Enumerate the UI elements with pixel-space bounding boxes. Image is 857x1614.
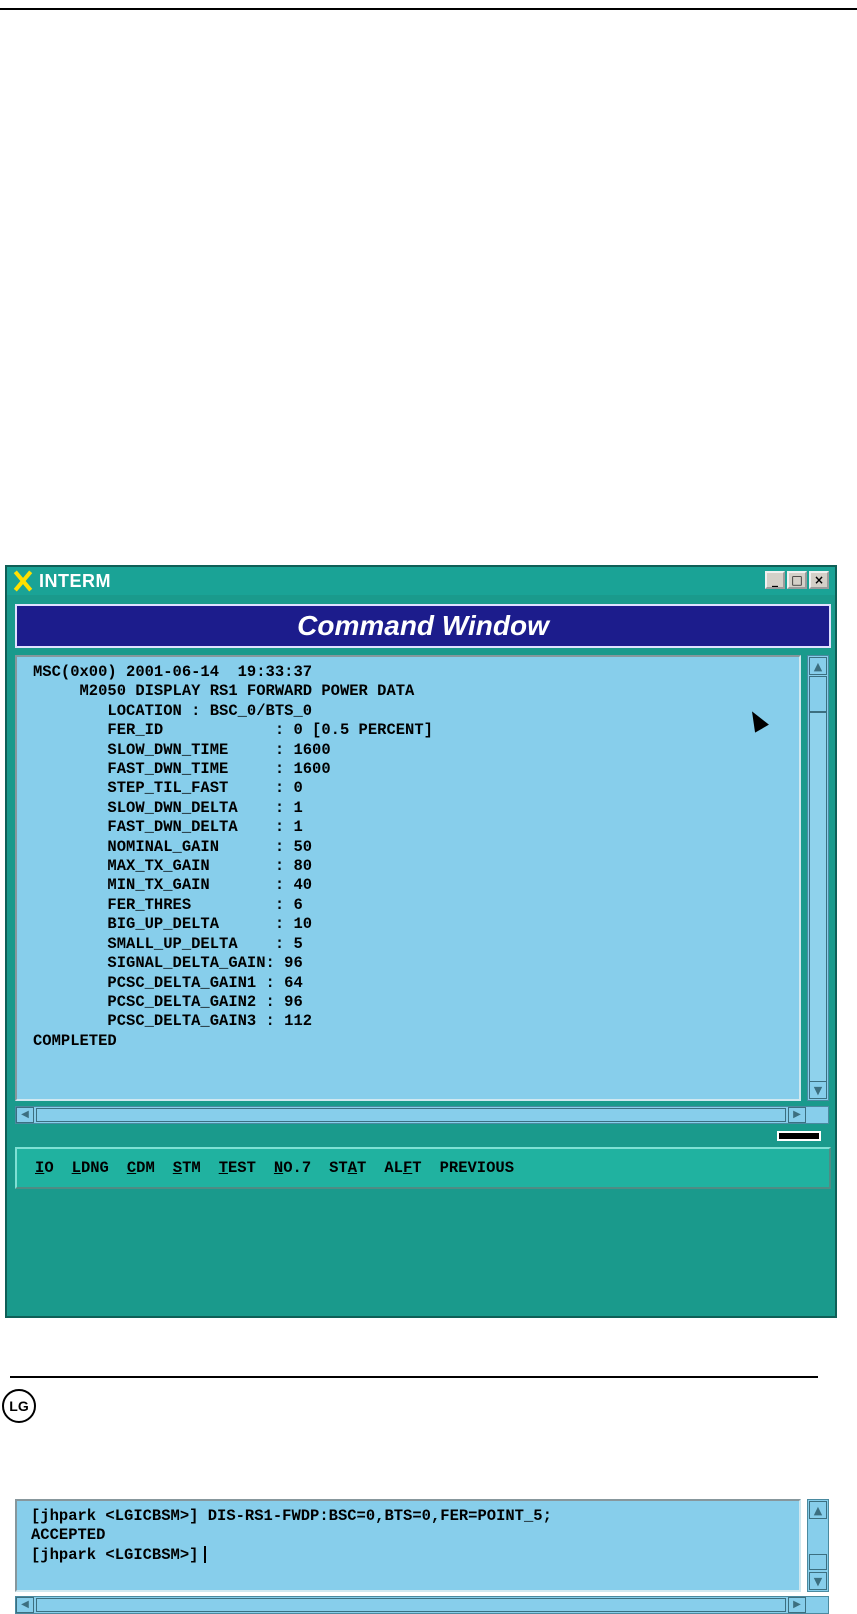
output-line: SMALL_UP_DELTA : 5 [33, 934, 303, 953]
menu-item-label: EST [228, 1159, 256, 1177]
scroll-right-icon[interactable]: ▶ [788, 1107, 806, 1123]
text-cursor-icon [204, 1546, 207, 1564]
scroll-track[interactable] [809, 712, 827, 1082]
output-line: PCSC_DELTA_GAIN1 : 64 [33, 973, 303, 992]
scroll-left-icon[interactable]: ◀ [16, 1597, 34, 1613]
menu-item-label: T [412, 1159, 422, 1177]
output-line: FAST_DWN_TIME : 1600 [33, 760, 331, 779]
output-line: COMPLETED [33, 1031, 117, 1050]
menu-item-mnemonic: N [273, 1159, 284, 1177]
menu-item[interactable]: LDNG [72, 1159, 109, 1177]
output-line: FAST_DWN_DELTA : 1 [33, 818, 303, 837]
command-prompt: [jhpark <LGICBSM>] [31, 1545, 199, 1564]
interm-window: INTERM _ □ × Command Window MSC(0x00) 20… [5, 565, 837, 1614]
menu-item[interactable]: CDM [127, 1159, 155, 1177]
output-line: BIG_UP_DELTA : 10 [33, 915, 313, 934]
lg-logo-icon: LG [2, 1389, 36, 1423]
menu-item-mnemonic: A [347, 1159, 358, 1177]
menu-item-label: T [357, 1159, 367, 1177]
scroll-right-icon[interactable]: ▶ [788, 1597, 806, 1613]
menu-item-mnemonic: F [402, 1159, 413, 1177]
window-title: INTERM [39, 570, 111, 591]
menu-item[interactable]: ALFT [384, 1159, 421, 1177]
close-button[interactable]: × [809, 571, 829, 589]
menu-item-mnemonic: L [71, 1159, 81, 1177]
menu-item-label: AL [384, 1159, 403, 1177]
scroll-up-icon[interactable]: ▲ [809, 657, 827, 675]
menu-item[interactable]: NO.7 [274, 1159, 311, 1177]
page-bottom-rule [10, 1376, 818, 1378]
output-line: M2050 DISPLAY RS1 FORWARD POWER DATA [33, 682, 415, 701]
menu-item-label: DM [136, 1159, 155, 1177]
output-line: SIGNAL_DELTA_GAIN: 96 [33, 954, 303, 973]
maximize-button[interactable]: □ [787, 571, 807, 589]
output-line: LOCATION : BSC_0/BTS_0 [33, 701, 313, 720]
menu-item[interactable]: STM [173, 1159, 201, 1177]
input-history-line: [jhpark <LGICBSM>] DIS-RS1-FWDP:BSC=0,BT… [31, 1507, 552, 1525]
minimize-button[interactable]: _ [765, 571, 785, 589]
command-window-header: Command Window [15, 604, 831, 648]
input-history-line: ACCEPTED [31, 1526, 106, 1545]
output-vertical-scrollbar[interactable]: ▲ ▼ [807, 655, 829, 1101]
command-input-pane[interactable]: [jhpark <LGICBSM>] DIS-RS1-FWDP:BSC=0,BT… [15, 1499, 801, 1592]
menu-item-label: O [44, 1159, 54, 1177]
menu-item[interactable]: TEST [219, 1159, 256, 1177]
output-line: STEP_TIL_FAST : 0 [33, 779, 303, 798]
menu-item-label: O.7 [283, 1159, 312, 1177]
scroll-down-icon[interactable]: ▼ [809, 1081, 827, 1099]
pane-resize-sash[interactable] [777, 1131, 821, 1141]
command-prompt-line[interactable]: [jhpark <LGICBSM>] [31, 1546, 799, 1565]
scroll-thumb[interactable] [809, 676, 827, 712]
title-bar[interactable]: INTERM _ □ × [7, 567, 835, 595]
input-vertical-scrollbar[interactable]: ▲ ▼ [807, 1499, 829, 1592]
menu-item-label: PREVIOUS [439, 1159, 515, 1177]
menu-item[interactable]: IO [35, 1159, 54, 1177]
menu-item[interactable]: PREVIOUS [440, 1159, 514, 1177]
menu-item-mnemonic: C [126, 1159, 137, 1177]
menu-item-mnemonic: T [218, 1159, 228, 1177]
output-pane[interactable]: MSC(0x00) 2001-06-14 19:33:37 M2050 DISP… [15, 655, 801, 1101]
menu-item-label: TM [182, 1159, 201, 1177]
output-line: NOMINAL_GAIN : 50 [33, 837, 313, 856]
menu-item-label: ST [329, 1159, 348, 1177]
x-logo-icon [11, 570, 35, 592]
menu-item-label: DNG [80, 1159, 109, 1177]
page-top-rule [0, 8, 857, 10]
output-line: MSC(0x00) 2001-06-14 19:33:37 [33, 663, 313, 681]
scroll-up-icon[interactable]: ▲ [809, 1501, 827, 1519]
output-line: MAX_TX_GAIN : 80 [33, 857, 313, 876]
scroll-left-icon[interactable]: ◀ [16, 1107, 34, 1123]
output-line: PCSC_DELTA_GAIN2 : 96 [33, 992, 303, 1011]
menu-item-mnemonic: I [35, 1159, 45, 1177]
horizontal-scroll-thumb[interactable] [36, 1108, 786, 1122]
window-controls: _ □ × [765, 571, 829, 589]
scroll-thumb[interactable] [809, 1554, 827, 1570]
output-line: MIN_TX_GAIN : 40 [33, 876, 313, 895]
horizontal-scroll-thumb[interactable] [36, 1598, 786, 1612]
output-line: FER_THRES : 6 [33, 895, 303, 914]
output-line: FER_ID : 0 [0.5 PERCENT] [33, 721, 433, 740]
output-horizontal-scrollbar[interactable]: ◀ ▶ [15, 1106, 829, 1124]
menu-item-mnemonic: S [172, 1159, 183, 1177]
output-line: SLOW_DWN_TIME : 1600 [33, 740, 331, 759]
output-line: SLOW_DWN_DELTA : 1 [33, 798, 303, 817]
scroll-down-icon[interactable]: ▼ [809, 1572, 827, 1590]
output-line: PCSC_DELTA_GAIN3 : 112 [33, 1012, 313, 1031]
menu-item[interactable]: STAT [329, 1159, 366, 1177]
menu-bar: IO LDNG CDM STM TEST NO.7 STAT ALFT PREVIOUS [15, 1147, 831, 1189]
input-horizontal-scrollbar[interactable]: ◀ ▶ [15, 1596, 829, 1614]
